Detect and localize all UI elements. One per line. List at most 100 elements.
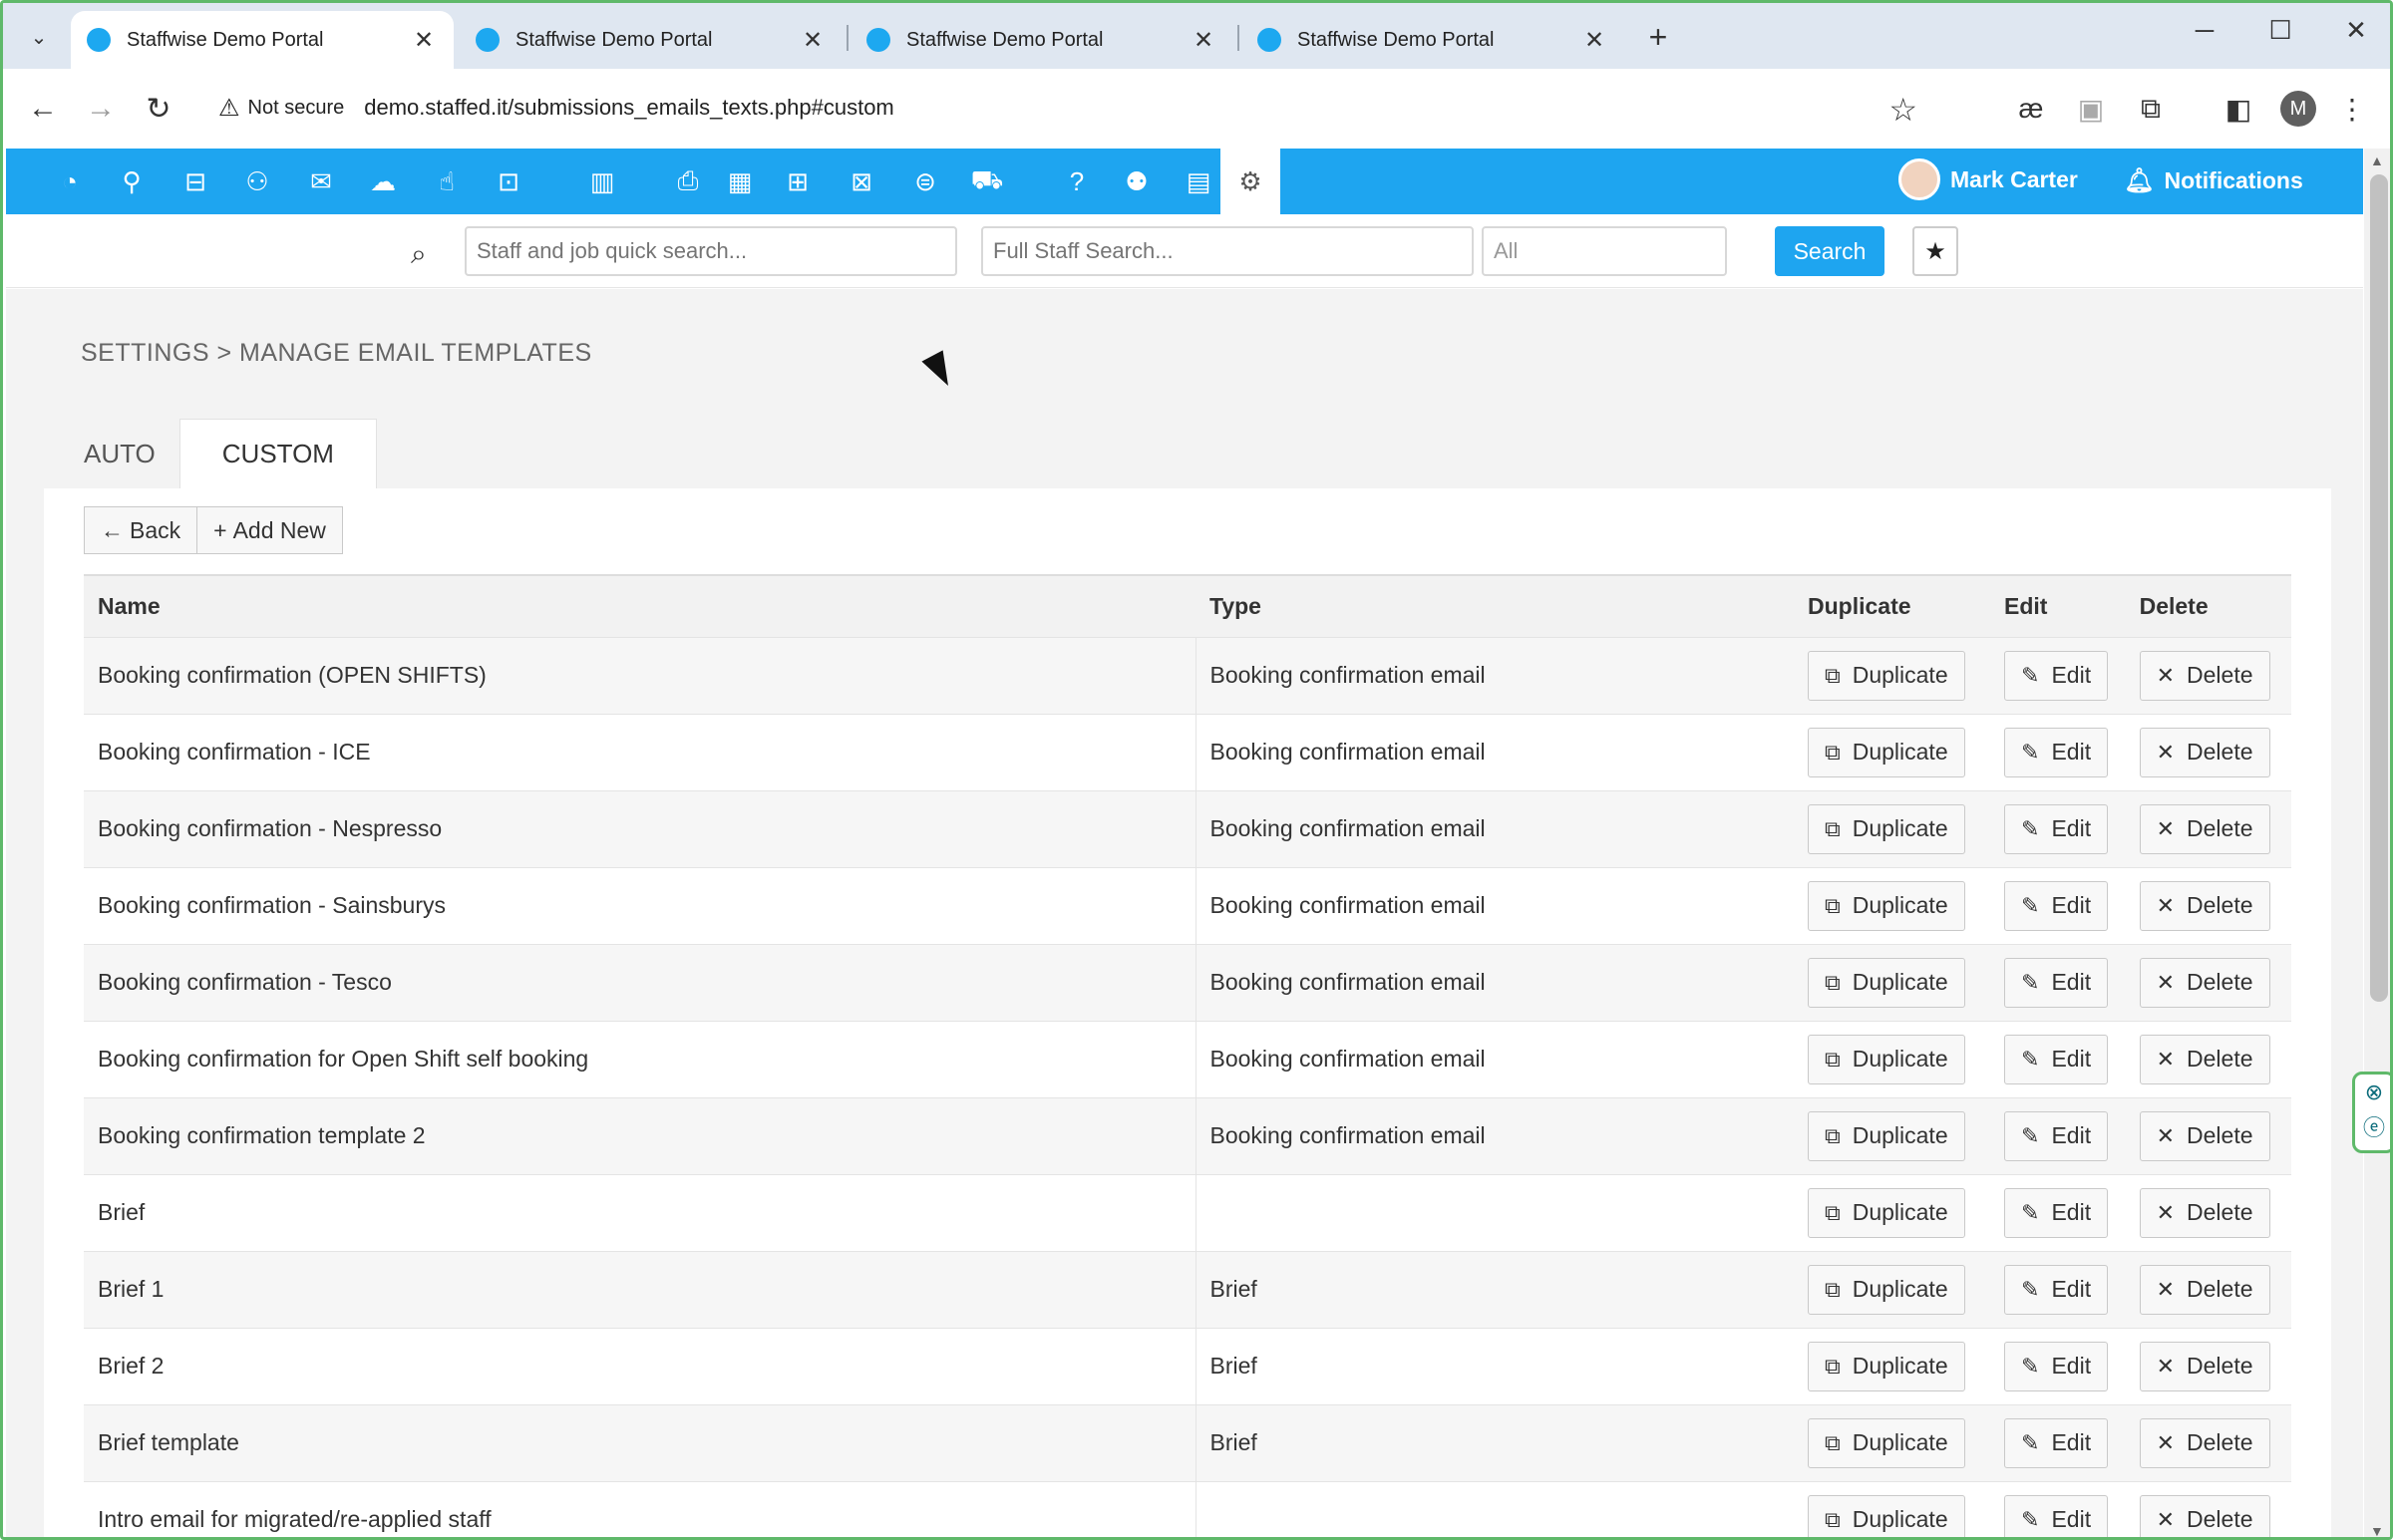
scroll-up-icon[interactable]: ▲ — [2370, 153, 2384, 168]
browser-tab[interactable]: Staffwise Demo Portal ✕ — [460, 11, 843, 69]
documents-icon[interactable]: ▤ — [1179, 161, 1218, 201]
duplicate-button[interactable]: ⧉ Duplicate — [1808, 803, 1965, 854]
search-button[interactable]: Search — [1775, 226, 1884, 276]
reload-icon[interactable]: ↻ — [137, 87, 180, 131]
chat-bubbles-icon[interactable]: ☁ — [363, 161, 403, 201]
jobs-briefcase-icon[interactable]: ⊟ — [175, 161, 215, 201]
clipboard-icon[interactable]: ⎙ — [668, 161, 708, 201]
extensions-puzzle-icon[interactable]: ⧉ — [2131, 93, 2171, 126]
close-window-icon[interactable]: ✕ — [2326, 15, 2386, 46]
duplicate-button[interactable]: ⧉ Duplicate — [1808, 1034, 1965, 1084]
edit-button[interactable]: ✎ Edit — [2004, 880, 2109, 931]
table-row: Booking confirmation - ICE Booking confir… — [84, 713, 2291, 790]
duplicate-button[interactable]: ⧉ Duplicate — [1808, 727, 1965, 777]
delete-button[interactable]: ✕ Delete — [2139, 1264, 2270, 1315]
delete-button[interactable]: ✕ Delete — [2139, 1341, 2270, 1391]
delete-button[interactable]: ✕ Delete — [2139, 1187, 2270, 1238]
e-circle-icon[interactable]: ⓔ — [2355, 1110, 2390, 1146]
maximize-icon[interactable]: ☐ — [2250, 15, 2310, 46]
thumbs-up-icon[interactable]: ☝ — [427, 161, 467, 201]
edit-button[interactable]: ✎ Edit — [2004, 1494, 2109, 1537]
duplicate-button[interactable]: ⧉ Duplicate — [1808, 1187, 1965, 1238]
browser-tab[interactable]: Staffwise Demo Portal ✕ — [851, 11, 1233, 69]
edit-button[interactable]: ✎ Edit — [2004, 650, 2109, 701]
duplicate-button[interactable]: ⧉ Duplicate — [1808, 1264, 1965, 1315]
edit-button[interactable]: ✎ Edit — [2004, 1264, 2109, 1315]
tab-custom[interactable]: CUSTOM — [178, 419, 377, 488]
profile-avatar[interactable]: M — [2280, 91, 2316, 127]
duplicate-button[interactable]: ⧉ Duplicate — [1808, 1341, 1965, 1391]
url-text[interactable]: demo.staffed.it/submissions_emails_texts… — [364, 95, 894, 121]
tab-search-dropdown-icon[interactable]: ⌄ — [15, 19, 63, 55]
minimize-icon[interactable]: ─ — [2175, 15, 2234, 46]
delete-button[interactable]: ✕ Delete — [2139, 650, 2270, 701]
dashboard-icon[interactable]: ◔ — [50, 161, 90, 201]
org-structure-icon[interactable]: ⚲ — [112, 161, 152, 201]
close-tab-icon[interactable]: ✕ — [799, 26, 827, 55]
new-tab-icon[interactable]: + — [1638, 19, 1678, 55]
email-envelope-icon[interactable]: ✉ — [301, 161, 341, 201]
page-scrollbar[interactable]: ▲ ▼ — [2364, 149, 2390, 1537]
staff-group-icon[interactable]: ⚇ — [237, 161, 277, 201]
extension-ae-icon[interactable]: æ — [2011, 93, 2051, 125]
calculator-icon[interactable]: ▦ — [720, 161, 760, 201]
edit-button[interactable]: ✎ Edit — [2004, 727, 2109, 777]
bookmark-star-icon[interactable]: ☆ — [1888, 91, 1917, 129]
browser-tab[interactable]: Staffwise Demo Portal ✕ — [71, 11, 454, 69]
favourites-star-icon[interactable]: ★ — [1912, 226, 1958, 276]
edit-button[interactable]: ✎ Edit — [2004, 1187, 2109, 1238]
scroll-down-icon[interactable]: ▼ — [2370, 1523, 2384, 1537]
browser-tab[interactable]: Staffwise Demo Portal ✕ — [1241, 11, 1624, 69]
edit-button[interactable]: ✎ Edit — [2004, 1034, 2109, 1084]
duplicate-button[interactable]: ⧉ Duplicate — [1808, 650, 1965, 701]
edit-button[interactable]: ✎ Edit — [2004, 1341, 2109, 1391]
edit-cell: ✎ Edit — [1990, 943, 2126, 1021]
duplicate-button[interactable]: ⧉ Duplicate — [1808, 880, 1965, 931]
delete-button[interactable]: ✕ Delete — [2139, 727, 2270, 777]
duplicate-button[interactable]: ⧉ Duplicate — [1808, 1110, 1965, 1161]
side-panel-icon[interactable]: ◧ — [2219, 93, 2258, 126]
full-staff-search-input[interactable] — [981, 226, 1474, 276]
delete-button[interactable]: ✕ Delete — [2139, 1494, 2270, 1537]
browser-menu-icon[interactable]: ⋮ — [2332, 93, 2372, 126]
back-arrow-icon[interactable]: ← — [21, 87, 65, 131]
extension-icon[interactable]: ▣ — [2071, 93, 2111, 126]
settings-gear-icon[interactable]: ⚙ — [1220, 149, 1280, 214]
address-bar[interactable]: ⚠ Not secure demo.staffed.it/submissions… — [202, 79, 1957, 137]
edit-button[interactable]: ✎ Edit — [2004, 957, 2109, 1008]
close-tab-icon[interactable]: ✕ — [410, 26, 438, 55]
help-icon[interactable]: ? — [1057, 161, 1097, 201]
edit-button[interactable]: ✎ Edit — [2004, 803, 2109, 854]
delete-button[interactable]: ✕ Delete — [2139, 1034, 2270, 1084]
security-indicator[interactable]: ⚠ Not secure — [218, 94, 344, 123]
delete-button[interactable]: ✕ Delete — [2139, 1110, 2270, 1161]
delete-button[interactable]: ✕ Delete — [2139, 880, 2270, 931]
scrollbar-thumb[interactable] — [2370, 174, 2388, 1002]
back-button[interactable]: ← Back — [84, 506, 198, 554]
planner-icon[interactable]: ⊠ — [842, 161, 881, 201]
add-new-button[interactable]: + Add New — [197, 506, 343, 554]
duplicate-button[interactable]: ⧉ Duplicate — [1808, 957, 1965, 1008]
close-tab-icon[interactable]: ✕ — [1580, 26, 1608, 55]
close-circle-icon[interactable]: ⊗ — [2355, 1075, 2390, 1110]
payments-money-icon[interactable]: ⊡ — [489, 161, 528, 201]
delete-button[interactable]: ✕ Delete — [2139, 957, 2270, 1008]
forward-arrow-icon[interactable]: → — [79, 87, 123, 131]
edit-button[interactable]: ✎ Edit — [2004, 1110, 2109, 1161]
tab-auto[interactable]: AUTO — [44, 419, 179, 488]
close-tab-icon[interactable]: ✕ — [1190, 26, 1217, 55]
quick-search-input[interactable] — [465, 226, 957, 276]
edit-button[interactable]: ✎ Edit — [2004, 1417, 2109, 1468]
notifications-button[interactable]: 🔔︎ Notifications — [2124, 166, 2303, 195]
reports-chart-icon[interactable]: ▥ — [582, 161, 622, 201]
vehicle-icon[interactable]: ⛟ — [967, 161, 1007, 201]
delete-button[interactable]: ✕ Delete — [2139, 803, 2270, 854]
user-settings-icon[interactable]: ⚉ — [1117, 161, 1157, 201]
id-card-icon[interactable]: ⊞ — [778, 161, 818, 201]
user-menu[interactable]: Mark Carter — [1898, 158, 2078, 200]
delete-button[interactable]: ✕ Delete — [2139, 1417, 2270, 1468]
duplicate-button[interactable]: ⧉ Duplicate — [1808, 1494, 1965, 1537]
duplicate-button[interactable]: ⧉ Duplicate — [1808, 1417, 1965, 1468]
invoice-icon[interactable]: ⊜ — [905, 161, 945, 201]
search-filter-select[interactable]: All — [1482, 226, 1727, 276]
